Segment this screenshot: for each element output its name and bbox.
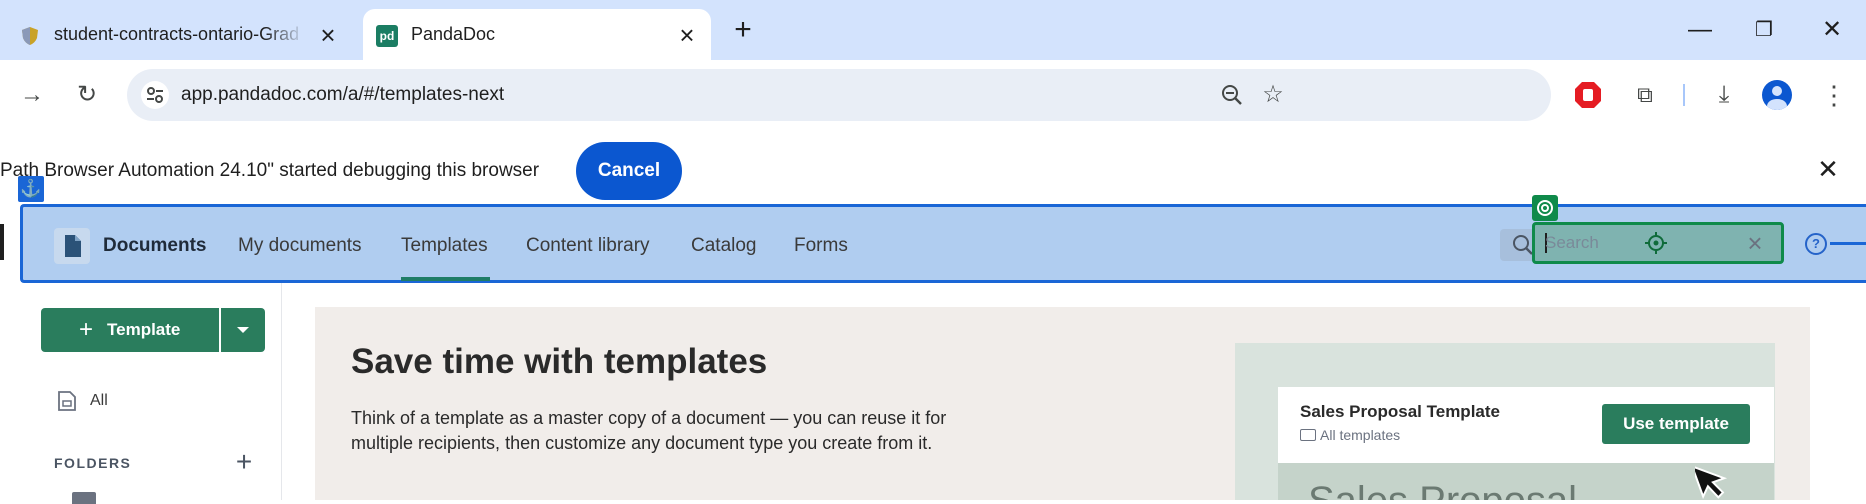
folder-icon bbox=[1300, 429, 1316, 441]
search-placeholder: Search bbox=[1545, 233, 1599, 252]
shield-favicon-icon bbox=[22, 27, 38, 45]
nav-active-indicator bbox=[401, 277, 490, 281]
address-bar[interactable]: app.pandadoc.com/a/#/templates-next ☆ bbox=[127, 69, 1551, 121]
profile-avatar[interactable] bbox=[1762, 80, 1792, 110]
new-template-dropdown[interactable] bbox=[221, 308, 265, 352]
cancel-button[interactable]: Cancel bbox=[576, 142, 682, 200]
browser-toolbar: → ↻ app.pandadoc.com/a/#/templates-next … bbox=[0, 60, 1866, 130]
minimize-button[interactable]: — bbox=[1680, 12, 1720, 48]
adblock-extension-icon[interactable] bbox=[1573, 80, 1603, 110]
folder-item[interactable] bbox=[56, 492, 176, 504]
nav-catalog[interactable]: Catalog bbox=[691, 228, 757, 264]
crosshair-icon bbox=[1645, 232, 1667, 254]
tab-close-icon[interactable]: × bbox=[673, 21, 701, 49]
use-template-button[interactable]: Use template bbox=[1602, 404, 1750, 444]
all-templates-icon bbox=[58, 391, 76, 411]
browser-tab-pandadoc[interactable]: pd PandaDoc × bbox=[363, 9, 711, 60]
tab-title: PandaDoc bbox=[411, 24, 496, 44]
new-template-label: Template bbox=[107, 320, 181, 339]
download-icon[interactable]: ⤓ bbox=[1706, 77, 1742, 113]
window-close-button[interactable]: ✕ bbox=[1812, 12, 1852, 48]
nav-templates[interactable]: Templates bbox=[401, 228, 488, 264]
debugging-infobar: Path Browser Automation 24.10" started d… bbox=[0, 130, 1866, 202]
zoom-out-icon[interactable] bbox=[1214, 77, 1250, 113]
mouse-cursor-icon bbox=[1695, 464, 1728, 500]
nav-brand-documents[interactable]: Documents bbox=[103, 228, 206, 264]
pandadoc-favicon-icon: pd bbox=[376, 25, 398, 47]
add-folder-icon[interactable]: + bbox=[232, 448, 256, 476]
url-text: app.pandadoc.com/a/#/templates-next bbox=[181, 84, 505, 105]
restore-button[interactable]: ❐ bbox=[1744, 12, 1784, 48]
new-tab-button[interactable]: + bbox=[726, 14, 760, 48]
chevron-down-icon bbox=[237, 327, 249, 333]
new-template-button[interactable]: + Template bbox=[41, 308, 219, 352]
nav-forms[interactable]: Forms bbox=[794, 228, 848, 264]
sidebar-item-all[interactable]: All bbox=[90, 390, 108, 412]
preview-location: All templates bbox=[1300, 427, 1400, 443]
nav-my-documents[interactable]: My documents bbox=[238, 228, 362, 264]
browser-menu-icon[interactable]: ⋮ bbox=[1816, 77, 1852, 113]
site-info-icon[interactable] bbox=[141, 81, 169, 109]
preview-title: Sales Proposal Template bbox=[1300, 402, 1500, 421]
anchor-icon: ⚓ bbox=[18, 176, 44, 202]
tab-close-icon[interactable]: × bbox=[314, 21, 342, 49]
extensions-puzzle-icon[interactable]: ⧉ bbox=[1627, 77, 1663, 113]
plus-icon: + bbox=[79, 316, 94, 343]
tab-strip: student-contracts-ontario-Grad × pd Pand… bbox=[0, 0, 1866, 60]
promo-title: Save time with templates bbox=[351, 342, 768, 381]
promo-description: Think of a template as a master copy of … bbox=[351, 408, 947, 453]
search-clear-icon[interactable]: × bbox=[1742, 228, 1768, 258]
folder-icon bbox=[72, 492, 96, 504]
infobar-message: Path Browser Automation 24.10" started d… bbox=[0, 160, 540, 181]
bookmark-star-icon[interactable]: ☆ bbox=[1255, 77, 1291, 113]
target-badge-icon bbox=[1532, 195, 1558, 221]
nav-content-library[interactable]: Content library bbox=[526, 228, 650, 264]
forward-icon[interactable]: → bbox=[14, 77, 50, 113]
preview-big-text: Sales Proposal bbox=[1308, 479, 1577, 500]
infobar-close-icon[interactable]: ✕ bbox=[1813, 154, 1843, 184]
browser-tab-student-contracts[interactable]: student-contracts-ontario-Grad × bbox=[0, 9, 365, 60]
folders-heading: FOLDERS bbox=[54, 455, 132, 471]
person-icon bbox=[1767, 86, 1787, 110]
documents-icon bbox=[54, 228, 90, 264]
reload-icon[interactable]: ↻ bbox=[69, 77, 105, 113]
help-icon[interactable]: ? bbox=[1805, 233, 1827, 255]
